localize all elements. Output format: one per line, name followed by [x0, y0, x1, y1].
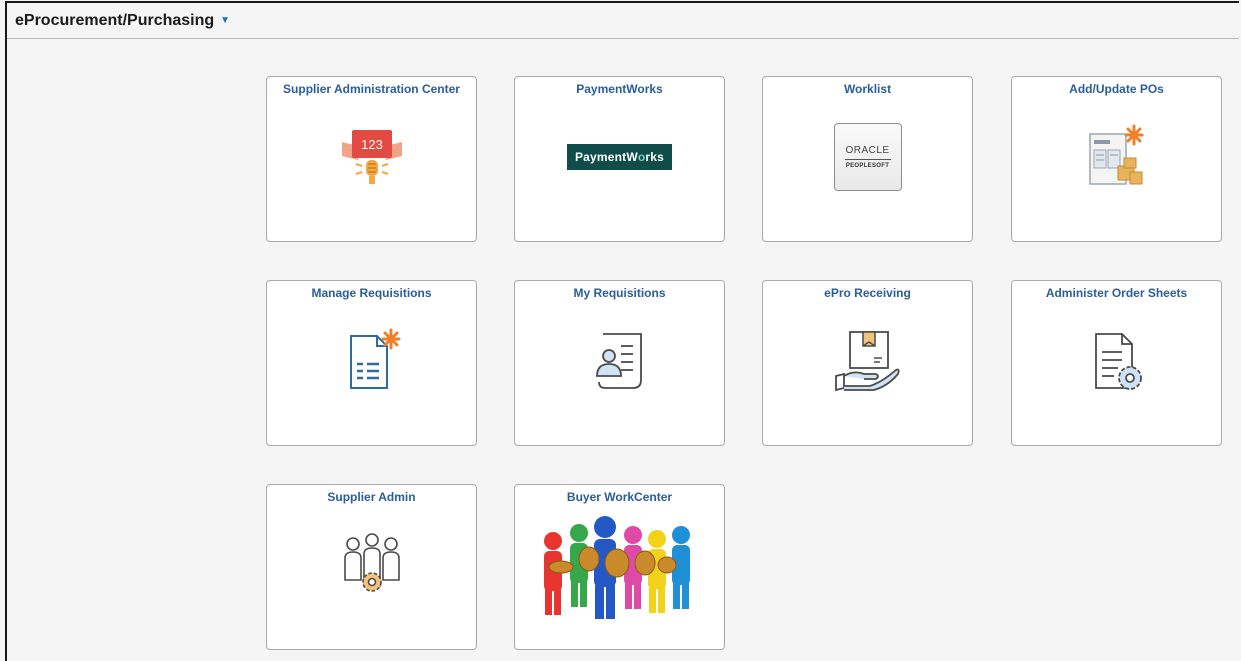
paymentworks-logo: PaymentW o rks — [515, 117, 724, 197]
tile-epro-receiving[interactable]: ePro Receiving — [762, 280, 973, 446]
tile-title: My Requisitions — [573, 286, 666, 300]
tile-administer-order-sheets[interactable]: Administer Order Sheets — [1011, 280, 1222, 446]
supplier-admin-center-icon: 123 — [267, 117, 476, 197]
tile-add-update-pos[interactable]: Add/Update POs — [1011, 76, 1222, 242]
homepage-selector[interactable]: eProcurement/Purchasing ▼ — [15, 12, 230, 30]
tile-worklist[interactable]: Worklist ORACLE PEOPLESOFT — [762, 76, 973, 242]
tile-title: Worklist — [843, 82, 892, 96]
user-document-icon — [515, 321, 724, 401]
tile-buyer-workcenter[interactable]: Buyer WorkCenter — [514, 484, 725, 650]
tile-my-requisitions[interactable]: My Requisitions — [514, 280, 725, 446]
page-title: eProcurement/Purchasing — [15, 11, 215, 29]
tile-title: Manage Requisitions — [311, 286, 432, 300]
badge-text: 123 — [361, 137, 383, 152]
caret-down-icon[interactable]: ▼ — [220, 15, 230, 26]
tile-title: Buyer WorkCenter — [566, 490, 673, 504]
tile-title: Add/Update POs — [1069, 82, 1164, 96]
tile-title: PaymentWorks — [576, 82, 663, 96]
team-settings-icon — [267, 525, 476, 605]
purchase-order-icon — [1012, 117, 1221, 197]
tile-title: Supplier Admin — [327, 490, 416, 504]
tile-supplier-admin[interactable]: Supplier Admin — [266, 484, 477, 650]
document-settings-icon — [1012, 321, 1221, 401]
tile-title: Administer Order Sheets — [1045, 286, 1188, 300]
package-in-hand-icon — [763, 321, 972, 401]
tile-title: Supplier Administration Center — [283, 82, 460, 96]
tile-paymentworks[interactable]: PaymentWorks PaymentW o rks — [514, 76, 725, 242]
oracle-peoplesoft-logo: ORACLE PEOPLESOFT — [763, 117, 972, 197]
page-header: eProcurement/Purchasing ▼ — [7, 3, 1239, 39]
tile-supplier-administration-center[interactable]: Supplier Administration Center 123 — [266, 76, 477, 242]
tile-manage-requisitions[interactable]: Manage Requisitions — [266, 280, 477, 446]
buyer-workcenter-people-icon — [515, 513, 724, 623]
requisition-document-icon — [267, 321, 476, 401]
tile-title: ePro Receiving — [824, 286, 911, 300]
